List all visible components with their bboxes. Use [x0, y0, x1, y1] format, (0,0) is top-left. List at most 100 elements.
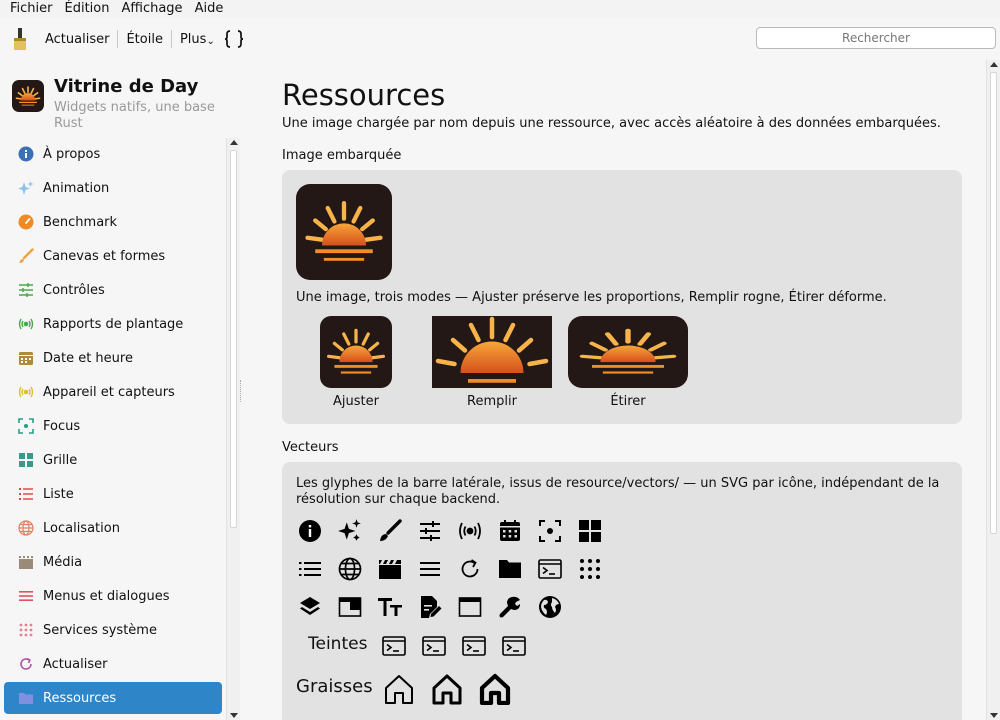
sidebar-item-actualiser[interactable]: Actualiser: [4, 648, 222, 680]
film-icon: [376, 555, 404, 583]
broadcast-icon: [456, 517, 484, 545]
sidebar-item-label: Benchmark: [43, 214, 118, 230]
sidebar-item-label: Appareil et capteurs: [43, 384, 175, 400]
broadcast-icon: [18, 316, 34, 332]
globe-icon: [18, 520, 34, 536]
layers-icon: [296, 593, 324, 621]
grid-icon: [18, 452, 34, 468]
sun-image-fill: [432, 316, 552, 388]
film-icon: [18, 554, 34, 570]
brush-icon: [376, 517, 404, 545]
vectors-panel: Les glyphes de la barre latérale, issus …: [282, 462, 962, 720]
chevron-down-icon: ⌄: [206, 35, 215, 47]
sidebar-item-grille[interactable]: Grille: [4, 444, 222, 476]
sidebar-item-benchmark[interactable]: Benchmark: [4, 206, 222, 238]
sun-image-stretch: [568, 316, 688, 388]
home-icon: [430, 672, 464, 706]
scroll-up-icon[interactable]: [230, 140, 238, 145]
more-button[interactable]: Plus ⌄: [172, 18, 223, 60]
scroll-up-icon[interactable]: [990, 62, 998, 67]
terminal-icon: [420, 632, 448, 660]
window-split-icon: [336, 593, 364, 621]
sidebar-item-label: Menus et dialogues: [43, 588, 170, 604]
broom-icon[interactable]: [10, 26, 30, 52]
folder-icon: [496, 555, 524, 583]
dots-icon: [18, 622, 34, 638]
sidebar-item-liste[interactable]: Liste: [4, 478, 222, 510]
scrollbar-thumb[interactable]: [230, 150, 237, 528]
folder-icon: [18, 690, 34, 706]
app-subtitle: Widgets natifs, une base Rust: [54, 100, 215, 131]
sidebar-item-date[interactable]: Date et heure: [4, 342, 222, 374]
page-title: Ressources: [282, 78, 446, 112]
sidebar-item-localisation[interactable]: Localisation: [4, 512, 222, 544]
star-button[interactable]: Étoile: [118, 18, 171, 60]
sun-image-fit: [320, 316, 392, 388]
text-size-icon: [376, 593, 404, 621]
terminal-icon: [460, 632, 488, 660]
sidebar-item-label: À propos: [43, 146, 101, 162]
search-input[interactable]: [756, 27, 996, 49]
sidebar-item-media[interactable]: Média: [4, 546, 222, 578]
info-icon: [18, 146, 34, 162]
mode-caption-fill: Remplir: [467, 394, 517, 409]
modes-description: Une image, trois modes — Ajuster préserv…: [296, 290, 887, 305]
sidebar-item-animation[interactable]: Animation: [4, 172, 222, 204]
scroll-down-icon[interactable]: [990, 713, 998, 718]
page-description: Une image chargée par nom depuis une res…: [282, 116, 941, 131]
sidebar-item-canevas[interactable]: Canevas et formes: [4, 240, 222, 272]
sidebar-item-ressources[interactable]: Ressources: [4, 682, 222, 714]
braces-icon[interactable]: [223, 18, 253, 60]
scroll-down-icon[interactable]: [230, 713, 238, 718]
sidebar-nav: À propos Animation Benchmark Canevas et …: [0, 138, 226, 720]
refresh-icon: [18, 656, 34, 672]
broadcast-icon: [18, 384, 34, 400]
wrench-icon: [496, 593, 524, 621]
menu-icon: [416, 555, 444, 583]
sidebar-item-label: Date et heure: [43, 350, 133, 366]
sidebar-item-label: Services système: [43, 622, 157, 638]
toolbar: Actualiser Étoile Plus ⌄: [0, 18, 1000, 60]
terminal-icon: [536, 555, 564, 583]
menu-fichier[interactable]: Fichier: [4, 0, 59, 18]
dots-icon: [576, 555, 604, 583]
sidebar-item-menus[interactable]: Menus et dialogues: [4, 580, 222, 612]
sidebar-item-label: Média: [43, 554, 83, 570]
sidebar-item-a-propos[interactable]: À propos: [4, 138, 222, 170]
info-icon: [296, 517, 324, 545]
list-icon: [18, 486, 34, 502]
main-scrollbar[interactable]: [986, 60, 1000, 720]
sidebar-scrollbar[interactable]: [226, 138, 240, 720]
sidebar-item-label: Actualiser: [43, 656, 108, 672]
sidebar-item-appareil[interactable]: Appareil et capteurs: [4, 376, 222, 408]
mode-caption-stretch: Étirer: [610, 394, 646, 409]
sidebar-item-rapports[interactable]: Rapports de plantage: [4, 308, 222, 340]
menu-aide[interactable]: Aide: [189, 0, 230, 18]
sidebar-item-label: Focus: [43, 418, 81, 434]
terminal-icon: [380, 632, 408, 660]
focus-icon: [536, 517, 564, 545]
sidebar-item-focus[interactable]: Focus: [4, 410, 222, 442]
sparkle-icon: [336, 517, 364, 545]
weights-label: Graisses: [296, 676, 373, 697]
vectors-description: Les glyphes de la barre latérale, issus …: [296, 476, 940, 507]
sidebar: Vitrine de Day Widgets natifs, une base …: [0, 60, 242, 720]
app-title: Vitrine de Day: [54, 76, 199, 97]
sidebar-item-label: Rapports de plantage: [43, 316, 184, 332]
brush-icon: [18, 248, 34, 264]
refresh-icon: [456, 555, 484, 583]
refresh-button[interactable]: Actualiser: [37, 18, 117, 60]
embedded-image-panel: Une image, trois modes — Ajuster préserv…: [282, 170, 962, 424]
menu-edition[interactable]: Édition: [59, 0, 116, 18]
sidebar-item-label: Localisation: [43, 520, 120, 536]
sidebar-item-services[interactable]: Services système: [4, 614, 222, 646]
sidebar-item-label: Animation: [43, 180, 110, 196]
gauge-icon: [18, 214, 34, 230]
sidebar-item-controles[interactable]: Contrôles: [4, 274, 222, 306]
sidebar-item-label: Liste: [43, 486, 74, 502]
sidebar-item-label: Ressources: [43, 690, 117, 706]
grid-icon: [576, 517, 604, 545]
menu-affichage[interactable]: Affichage: [115, 0, 188, 18]
sliders-icon: [416, 517, 444, 545]
scrollbar-thumb[interactable]: [990, 72, 997, 534]
